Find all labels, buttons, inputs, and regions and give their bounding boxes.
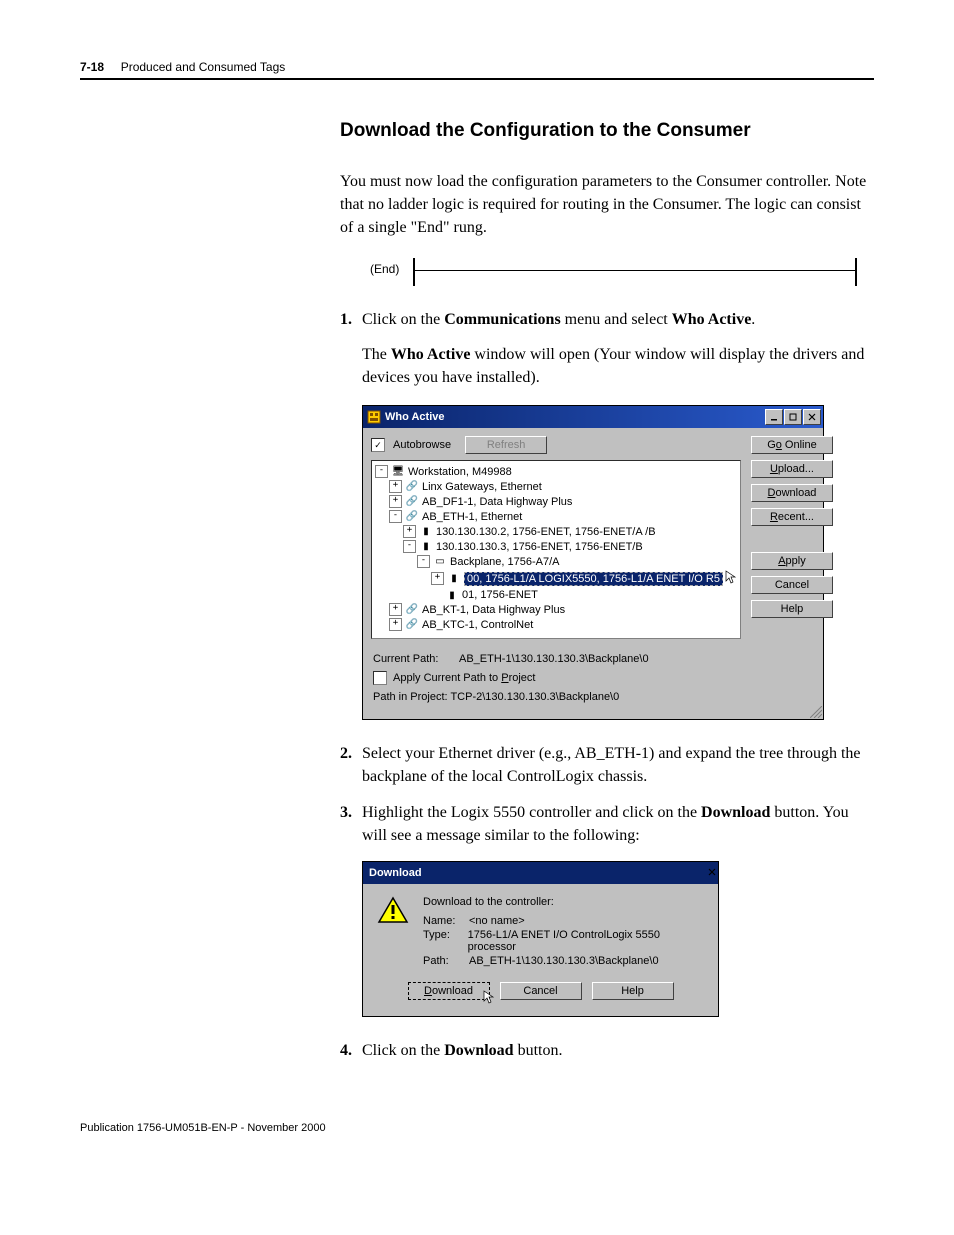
download-dialog-help-button[interactable]: Help (592, 982, 674, 1000)
step3-text: Highlight the Logix 5550 controller and … (362, 801, 874, 847)
close-icon[interactable] (803, 409, 821, 425)
apply-button[interactable]: Apply (751, 552, 833, 570)
download-dialog-title: Download (369, 867, 708, 879)
network-icon: 🔗 (405, 619, 419, 630)
tree-node-logix5550[interactable]: +▮00, 1756-L1/A LOGIX5550, 1756-L1/A ENE… (375, 569, 737, 588)
controller-icon: ▮ (447, 573, 461, 584)
footer-publication: Publication 1756-UM051B-EN-P - November … (80, 1122, 874, 1134)
page-number: 7-18 (80, 60, 104, 74)
autobrowse-checkbox[interactable]: ✓ (371, 438, 385, 452)
type-label: Type: (423, 929, 468, 953)
network-icon: 🔗 (405, 481, 419, 492)
current-path-value: AB_ETH-1\130.130.130.3\Backplane\0 (459, 653, 649, 665)
end-rung-label: (End) (370, 258, 413, 276)
step-number: 4. (340, 1039, 362, 1062)
step4-bold: Download (444, 1042, 513, 1059)
maximize-icon[interactable] (784, 409, 802, 425)
download-dialog: Download Download to the controller: Nam… (362, 861, 719, 1017)
step1-sub-bold: Who Active (391, 346, 471, 363)
download-dialog-cancel-button[interactable]: Cancel (500, 982, 582, 1000)
step4-pre: Click on the (362, 1042, 444, 1059)
cursor-icon (483, 990, 495, 1007)
step-number: 1. (340, 308, 362, 331)
tree-node-enet-2[interactable]: +▮130.130.130.2, 1756-ENET, 1756-ENET/A … (375, 524, 737, 539)
minimize-icon[interactable] (765, 409, 783, 425)
apply-path-checkbox[interactable] (373, 671, 387, 685)
tree-node-ab-kt[interactable]: +🔗AB_KT-1, Data Highway Plus (375, 602, 737, 617)
step4-text: Click on the Download button. (362, 1039, 874, 1062)
who-active-titlebar[interactable]: Who Active (363, 406, 823, 428)
name-value: <no name> (469, 915, 525, 927)
page-header: 7-18 Produced and Consumed Tags (80, 60, 874, 80)
step-number: 2. (340, 742, 362, 788)
network-icon: 🔗 (405, 604, 419, 615)
tree-node-enet-3[interactable]: -▮130.130.130.3, 1756-ENET, 1756-ENET/B (375, 539, 737, 554)
section-title: Download the Configuration to the Consum… (340, 120, 874, 142)
end-rung-figure: (End) (370, 258, 874, 286)
network-icon: 🔗 (405, 511, 419, 522)
step1-mid: menu and select (561, 311, 672, 328)
name-label: Name: (423, 915, 469, 927)
who-active-title: Who Active (385, 411, 765, 423)
step1-bold-who-active: Who Active (672, 311, 752, 328)
tree-node-linx-gateways[interactable]: +🔗Linx Gateways, Ethernet (375, 479, 737, 494)
who-active-app-icon (367, 410, 381, 424)
who-active-window: Who Active ✓ Autobrowse Refresh -🖥Workst… (362, 405, 824, 720)
cancel-button[interactable]: Cancel (751, 576, 833, 594)
resize-grip-icon[interactable] (810, 706, 822, 718)
device-tree[interactable]: -🖥Workstation, M49988 +🔗Linx Gateways, E… (371, 460, 741, 639)
backplane-icon: ▭ (433, 556, 447, 567)
step2-text: Select your Ethernet driver (e.g., AB_ET… (362, 742, 874, 788)
step-text: Click on the Communications menu and sel… (362, 308, 874, 331)
download-dialog-download-button[interactable]: Download (408, 982, 490, 1000)
refresh-button[interactable]: Refresh (465, 436, 547, 454)
tree-node-workstation[interactable]: -🖥Workstation, M49988 (375, 464, 737, 479)
step1-post: . (751, 311, 755, 328)
tree-node-01-enet[interactable]: ▮01, 1756-ENET (375, 588, 737, 602)
step1-substep: The Who Active window will open (Your wi… (362, 343, 874, 389)
network-icon: 🔗 (405, 496, 419, 507)
recent-button[interactable]: Recent... (751, 508, 833, 526)
step1-pre: Click on the (362, 311, 444, 328)
step3-bold: Download (701, 804, 770, 821)
intro-paragraph: You must now load the configuration para… (340, 170, 874, 240)
step1-sub-pre: The (362, 346, 391, 363)
type-value: 1756-L1/A ENET I/O ControlLogix 5550 pro… (468, 929, 704, 953)
current-path-label: Current Path: (373, 653, 453, 665)
cursor-icon (725, 570, 737, 587)
step-number: 3. (340, 801, 362, 847)
download-message: Download to the controller: (423, 896, 704, 908)
go-online-button[interactable]: Go Online (751, 436, 833, 454)
module-icon: ▮ (419, 541, 433, 552)
step4-post: button. (514, 1042, 563, 1059)
running-header: Produced and Consumed Tags (121, 60, 286, 74)
path-value: AB_ETH-1\130.130.130.3\Backplane\0 (469, 955, 659, 967)
help-button[interactable]: Help (751, 600, 833, 618)
step3-pre: Highlight the Logix 5550 controller and … (362, 804, 701, 821)
close-icon[interactable] (708, 867, 716, 879)
workstation-icon: 🖥 (391, 466, 405, 477)
apply-path-label: Apply Current Path to Project (393, 672, 535, 684)
tree-node-ab-ktc[interactable]: +🔗AB_KTC-1, ControlNet (375, 617, 737, 632)
module-icon: ▮ (445, 590, 459, 601)
autobrowse-label: Autobrowse (393, 439, 451, 451)
step1-bold-communications: Communications (444, 311, 560, 328)
path-in-project-label: Path in Project: TCP-2\130.130.130.3\Bac… (373, 691, 619, 703)
download-dialog-titlebar[interactable]: Download (363, 862, 718, 884)
warning-icon (377, 896, 409, 924)
module-icon: ▮ (419, 526, 433, 537)
download-button[interactable]: Download (751, 484, 833, 502)
tree-node-ab-df1[interactable]: +🔗AB_DF1-1, Data Highway Plus (375, 494, 737, 509)
upload-button[interactable]: Upload... (751, 460, 833, 478)
path-label: Path: (423, 955, 469, 967)
tree-node-backplane[interactable]: -▭Backplane, 1756-A7/A (375, 554, 737, 569)
tree-node-ab-eth[interactable]: -🔗AB_ETH-1, Ethernet (375, 509, 737, 524)
